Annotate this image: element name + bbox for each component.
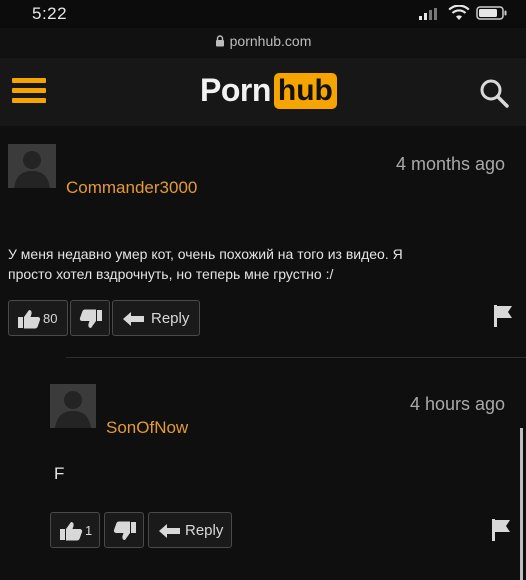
comment-timestamp: 4 months ago <box>396 154 506 174</box>
user-silhouette-icon <box>50 384 96 428</box>
status-time: 5:22 <box>32 4 68 23</box>
comment-text-line: У меня недавно умер кот, очень похожий н… <box>8 246 403 262</box>
comment-text: F <box>54 464 65 483</box>
thumbs-down-icon <box>79 309 102 328</box>
wifi-icon <box>448 5 470 20</box>
reply-button[interactable]: Reply <box>112 300 200 336</box>
reply-label: Reply <box>185 522 224 539</box>
comment-username[interactable]: SonOfNow <box>106 418 188 438</box>
battery-icon <box>476 6 507 20</box>
scrollbar[interactable] <box>520 428 523 580</box>
like-count: 80 <box>43 311 58 326</box>
reply-button[interactable]: Reply <box>148 512 232 548</box>
reply-divider <box>66 357 526 358</box>
lock-icon <box>215 35 224 47</box>
logo-text-part1: Porn <box>200 72 271 108</box>
comment-text-line: просто хотел вздрочнуть, но теперь мне г… <box>8 266 334 282</box>
hamburger-menu-icon[interactable] <box>12 76 46 106</box>
dislike-button[interactable] <box>70 300 110 336</box>
flag-icon[interactable] <box>490 518 512 542</box>
search-icon[interactable] <box>478 77 510 109</box>
like-button[interactable]: 80 <box>8 300 68 336</box>
thumbs-up-icon <box>18 310 41 329</box>
comment-timestamp: 4 hours ago <box>410 394 506 414</box>
reply-arrow-icon <box>123 312 144 326</box>
url-text: pornhub.com <box>229 33 312 49</box>
dislike-button[interactable] <box>104 512 144 548</box>
reply-arrow-icon <box>159 524 180 538</box>
thumbs-up-icon <box>60 522 83 541</box>
url-field[interactable]: pornhub.com <box>0 33 526 49</box>
like-button[interactable]: 1 <box>50 512 100 548</box>
logo-text-part2: hub <box>273 72 337 109</box>
avatar[interactable] <box>8 144 56 188</box>
avatar[interactable] <box>50 384 96 428</box>
signal-icon <box>419 8 437 20</box>
reply-label: Reply <box>151 310 190 327</box>
thumbs-down-icon <box>113 521 136 540</box>
like-count: 1 <box>85 523 93 538</box>
flag-icon[interactable] <box>492 304 514 328</box>
user-silhouette-icon <box>8 144 56 188</box>
site-logo[interactable]: Porn hub <box>200 72 337 110</box>
comment-username[interactable]: Commander3000 <box>66 178 197 198</box>
